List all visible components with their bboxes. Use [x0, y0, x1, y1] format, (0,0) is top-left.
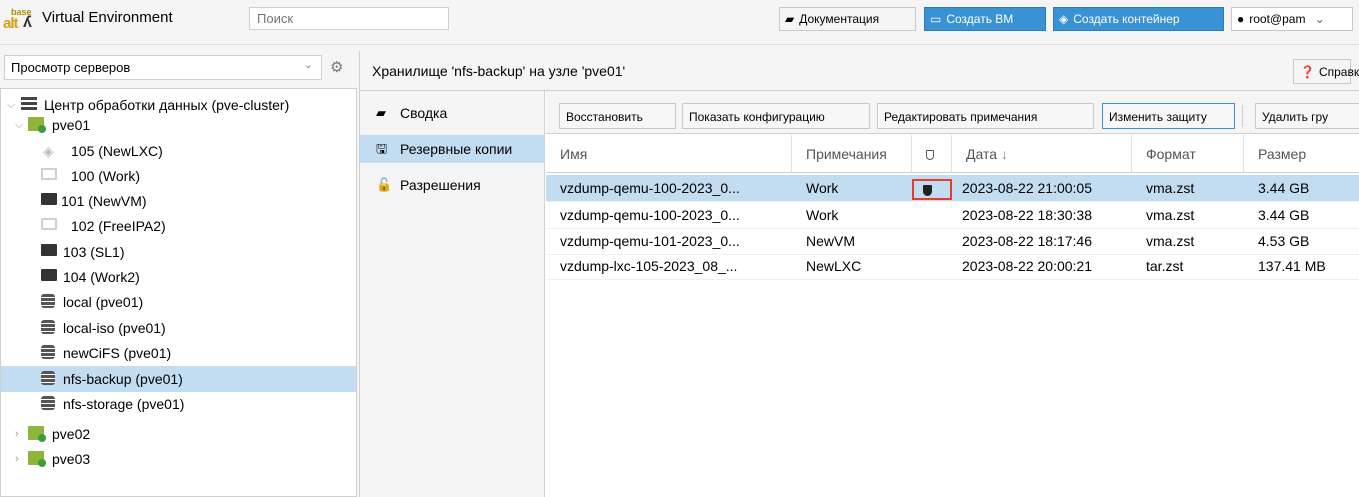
storage-icon: [41, 294, 59, 310]
column-notes[interactable]: Примечания: [792, 135, 912, 173]
cube-icon: ◈: [1059, 12, 1069, 26]
container-icon: ◈: [43, 143, 54, 159]
content-panel: Хранилище 'nfs-backup' на узле 'pve01' ❓…: [359, 51, 1359, 497]
vm-running-icon: [41, 269, 59, 285]
datacenter-icon: [21, 97, 39, 113]
storage-icon: [41, 320, 59, 336]
column-size[interactable]: Размер: [1244, 135, 1359, 173]
table-row[interactable]: vzdump-lxc-105-2023_08_... NewLXC 2023-0…: [546, 253, 1359, 280]
view-selector[interactable]: Просмотр серверов ⌄: [4, 55, 322, 80]
create-vm-button[interactable]: ▭ Создать ВМ: [924, 7, 1046, 31]
change-protection-button[interactable]: Изменить защиту: [1102, 103, 1235, 129]
column-format[interactable]: Формат: [1132, 135, 1244, 173]
basealt-logo: base alt ʎ: [3, 8, 37, 34]
storage-nav: ▰ Сводка 🖫 Резервные копии 🔓 Разрешения: [360, 91, 545, 497]
gear-icon[interactable]: ⚙: [330, 58, 343, 76]
top-bar: base alt ʎ Virtual Environment ▰Документ…: [0, 0, 1359, 45]
search-input[interactable]: [249, 7, 449, 30]
vm-template-icon: [41, 193, 59, 209]
help-button[interactable]: ❓Справка: [1293, 59, 1359, 84]
restore-button[interactable]: Восстановить: [559, 103, 676, 129]
resource-tree-panel: Просмотр серверов ⌄ ⚙ ⌵ Центр обработки …: [0, 51, 359, 497]
user-icon: ●: [1237, 12, 1245, 26]
logo-text-bottom: alt: [3, 15, 18, 32]
monitor-icon: ▭: [930, 12, 942, 26]
chevron-right-icon: ›: [15, 428, 19, 440]
chevron-down-icon: ⌄: [1314, 12, 1325, 26]
tree-item-pve02[interactable]: › pve02: [1, 421, 356, 447]
tree-item-local[interactable]: local (pve01): [1, 289, 356, 315]
documentation-button[interactable]: ▰ Документация: [779, 7, 916, 31]
tree-item-104[interactable]: 104 (Work2): [1, 264, 356, 290]
app-title: Virtual Environment: [42, 9, 173, 26]
show-config-button[interactable]: Показать конфигурацию: [682, 103, 870, 129]
remove-group-button[interactable]: Удалить гру: [1255, 103, 1359, 129]
table-header: Имя Примечания Дата ↓ Формат Размер: [546, 135, 1359, 173]
table-row[interactable]: vzdump-qemu-100-2023_0... Work 2023-08-2…: [546, 202, 1359, 229]
chevron-down-icon: ⌄: [303, 59, 313, 71]
column-protected[interactable]: [912, 135, 952, 173]
node-online-icon: [28, 117, 46, 133]
create-container-button[interactable]: ◈ Создать контейнер: [1053, 7, 1224, 31]
edit-notes-button[interactable]: Редактировать примечания: [877, 103, 1094, 129]
resource-tree: ⌵ Центр обработки данных (pve-cluster) ⌵…: [0, 88, 357, 497]
vm-running-icon: [41, 244, 59, 260]
book-icon: ▰: [376, 105, 386, 120]
backup-toolbar: Восстановить Показать конфигурацию Редак…: [546, 91, 1359, 134]
vm-stopped-icon: [41, 168, 59, 184]
protected-shield-icon: [912, 179, 952, 200]
nav-item-summary[interactable]: ▰ Сводка: [360, 99, 545, 127]
user-menu-button[interactable]: ● root@pam ⌄: [1231, 7, 1353, 31]
chevron-right-icon: ›: [15, 453, 19, 465]
node-online-icon: [28, 426, 46, 442]
sort-down-icon: ↓: [1001, 146, 1009, 162]
book-icon: ▰: [785, 12, 795, 26]
chevron-down-icon: ⌵: [15, 119, 24, 131]
tree-item-newcifs[interactable]: newCiFS (pve01): [1, 340, 356, 366]
page-title: Хранилище 'nfs-backup' на узле 'pve01': [372, 63, 626, 79]
storage-icon: [41, 396, 59, 412]
table-row[interactable]: vzdump-qemu-100-2023_0... Work 2023-08-2…: [546, 175, 1359, 202]
table-row[interactable]: vzdump-qemu-101-2023_0... NewVM 2023-08-…: [546, 228, 1359, 255]
tree-item-100[interactable]: 100 (Work): [1, 163, 356, 189]
tree-item-nfs-backup[interactable]: nfs-backup (pve01): [1, 366, 356, 392]
storage-icon: [41, 371, 59, 387]
tree-item-103[interactable]: 103 (SL1): [1, 239, 356, 265]
unlock-icon: 🔓: [376, 177, 393, 192]
tree-item-101[interactable]: 101 (NewVM): [1, 188, 356, 214]
column-name[interactable]: Имя: [546, 135, 792, 173]
tree-item-nfs-storage[interactable]: nfs-storage (pve01): [1, 391, 356, 417]
vm-stopped-icon: [41, 218, 59, 234]
nav-item-backups[interactable]: 🖫 Резервные копии: [360, 135, 545, 163]
tree-item-pve03[interactable]: › pve03: [1, 446, 356, 472]
node-online-icon: [28, 451, 46, 467]
content-header: Хранилище 'nfs-backup' на узле 'pve01' ❓…: [360, 51, 1359, 91]
shield-icon: [926, 150, 934, 161]
backup-table: Имя Примечания Дата ↓ Формат Размер vzdum…: [546, 135, 1359, 497]
logo-mark-icon: ʎ: [23, 14, 32, 31]
question-icon: ❓: [1300, 65, 1315, 79]
tree-item-102[interactable]: 102 (FreeIPA2): [1, 213, 356, 239]
tree-item-local-iso[interactable]: local-iso (pve01): [1, 315, 356, 341]
column-date[interactable]: Дата ↓: [952, 135, 1132, 173]
storage-icon: [41, 345, 59, 361]
nav-item-permissions[interactable]: 🔓 Разрешения: [360, 171, 545, 199]
tree-item-105[interactable]: ◈ 105 (NewLXC): [1, 138, 356, 164]
tree-item-pve01[interactable]: ⌵ pve01: [1, 112, 356, 138]
toolbar-separator: [1242, 105, 1243, 127]
floppy-icon: 🖫: [376, 141, 388, 156]
